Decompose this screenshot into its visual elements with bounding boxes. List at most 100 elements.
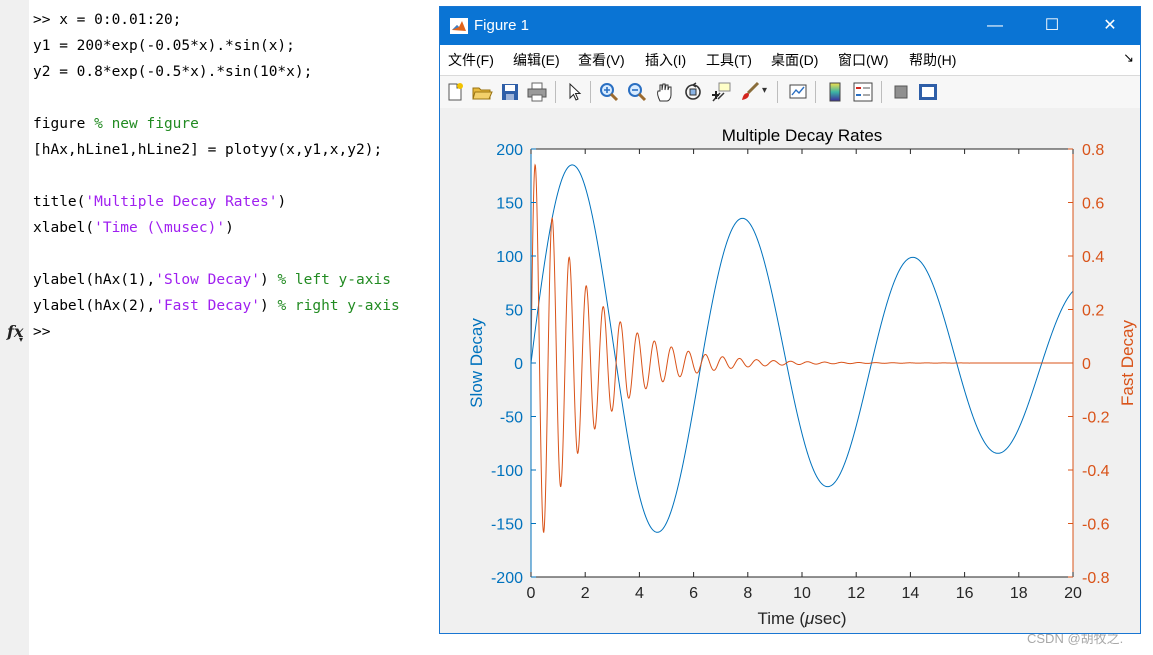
plotyy-chart[interactable]: 0 2 4 6 8 10 12 14 16 18 20 -200 -150 -100 -50 0 50 100 15… bbox=[440, 108, 1140, 633]
code-text: >> x = 0:0.01:20; bbox=[33, 12, 182, 28]
menu-insert[interactable]: 插入(I) bbox=[645, 50, 686, 70]
x-tick-label: 2 bbox=[581, 585, 590, 602]
right-y-tick-label: 0.8 bbox=[1082, 142, 1104, 159]
menu-view[interactable]: 查看(V) bbox=[578, 50, 625, 70]
code-text: title( bbox=[33, 194, 86, 210]
left-y-tick-label: 100 bbox=[496, 249, 523, 266]
left-y-tick-label: 200 bbox=[496, 142, 523, 159]
brush-icon[interactable] bbox=[739, 81, 761, 103]
save-icon[interactable] bbox=[499, 81, 521, 103]
menu-window[interactable]: 窗口(W) bbox=[838, 50, 889, 70]
x-tick-label: 16 bbox=[956, 585, 974, 602]
plot-area[interactable]: 0 2 4 6 8 10 12 14 16 18 20 -200 -150 -100 -50 0 50 100 15… bbox=[440, 108, 1140, 633]
x-axis-label-part: sec) bbox=[814, 609, 846, 628]
code-text: ylabel(hAx(1), bbox=[33, 272, 156, 288]
code-text: ) bbox=[225, 220, 234, 236]
right-y-tick-label: 0.6 bbox=[1082, 196, 1104, 213]
menu-tools[interactable]: 工具(T) bbox=[706, 50, 752, 70]
left-y-tick-label: -150 bbox=[491, 517, 523, 534]
matlab-logo-icon bbox=[450, 18, 468, 34]
figure-window[interactable]: Figure 1 — ☐ ✕ 文件(F) 编辑(E) 查看(V) 插入(I) 工… bbox=[439, 6, 1141, 634]
right-y-axis-label: Fast Decay bbox=[1118, 320, 1137, 406]
hide-plot-tools-icon[interactable] bbox=[890, 81, 912, 103]
left-y-tick-label: 50 bbox=[505, 303, 523, 320]
maximize-button[interactable]: ☐ bbox=[1023, 7, 1081, 45]
command-line: figure % new figure bbox=[33, 112, 199, 136]
command-line: y1 = 200*exp(-0.05*x).*sin(x); bbox=[33, 34, 295, 58]
data-cursor-icon[interactable] bbox=[710, 81, 732, 103]
code-text: y2 = 0.8*exp(-0.5*x).*sin(10*x); bbox=[33, 64, 313, 80]
command-window-gutter: fx ▾ bbox=[0, 0, 29, 655]
show-plot-tools-icon[interactable] bbox=[917, 81, 939, 103]
code-string: 'Slow Decay' bbox=[155, 272, 260, 288]
toolbar-separator bbox=[881, 81, 882, 103]
print-icon[interactable] bbox=[526, 81, 548, 103]
x-tick-label: 12 bbox=[847, 585, 865, 602]
command-line: y2 = 0.8*exp(-0.5*x).*sin(10*x); bbox=[33, 60, 312, 84]
x-axis-label: Time (μsec) bbox=[758, 609, 847, 628]
toolbar-separator bbox=[590, 81, 591, 103]
command-line: ylabel(hAx(1),'Slow Decay') % left y-axi… bbox=[33, 268, 391, 292]
pan-hand-icon[interactable] bbox=[654, 81, 676, 103]
menu-file[interactable]: 文件(F) bbox=[448, 50, 494, 70]
menu-edit[interactable]: 编辑(E) bbox=[513, 50, 560, 70]
figure-toolbar: ▾ bbox=[440, 75, 1140, 109]
menu-desktop[interactable]: 桌面(D) bbox=[771, 50, 818, 70]
code-text: ylabel(hAx(2), bbox=[33, 298, 156, 314]
command-line: ylabel(hAx(2),'Fast Decay') % right y-ax… bbox=[33, 294, 400, 318]
link-plot-icon[interactable] bbox=[787, 81, 809, 103]
code-comment: % left y-axis bbox=[277, 272, 391, 288]
figure-menubar: 文件(F) 编辑(E) 查看(V) 插入(I) 工具(T) 桌面(D) 窗口(W… bbox=[440, 45, 1140, 75]
code-string: 'Multiple Decay Rates' bbox=[85, 194, 278, 210]
figure-title: Figure 1 bbox=[474, 17, 530, 34]
code-text: [hAx,hLine1,hLine2] = plotyy(x,y1,x,y2); bbox=[33, 142, 383, 158]
left-y-tick-label: -50 bbox=[500, 410, 523, 427]
code-string: 'Fast Decay' bbox=[155, 298, 260, 314]
code-string: 'Time (\musec)' bbox=[94, 220, 226, 236]
x-axis-label-part: Time ( bbox=[758, 609, 806, 628]
function-browser-icon[interactable]: fx ▾ bbox=[7, 322, 23, 344]
zoom-out-icon[interactable] bbox=[626, 81, 648, 103]
minimize-button[interactable]: — bbox=[966, 7, 1024, 45]
new-figure-icon[interactable] bbox=[444, 81, 466, 103]
pointer-icon[interactable] bbox=[564, 81, 586, 103]
right-y-tick-label: -0.4 bbox=[1082, 463, 1110, 480]
rotate-3d-icon[interactable] bbox=[682, 81, 704, 103]
x-tick-label: 0 bbox=[527, 585, 536, 602]
command-line: >> x = 0:0.01:20; bbox=[33, 8, 181, 32]
right-y-tick-label: -0.2 bbox=[1082, 410, 1110, 427]
code-comment: % new figure bbox=[94, 116, 199, 132]
x-tick-label: 4 bbox=[635, 585, 644, 602]
zoom-in-icon[interactable] bbox=[598, 81, 620, 103]
x-tick-label: 6 bbox=[689, 585, 698, 602]
left-y-tick-label: -200 bbox=[491, 570, 523, 587]
command-line: [hAx,hLine1,hLine2] = plotyy(x,y1,x,y2); bbox=[33, 138, 382, 162]
code-text: ) bbox=[277, 194, 287, 210]
right-y-tick-label: -0.6 bbox=[1082, 517, 1110, 534]
colorbar-icon[interactable] bbox=[824, 81, 846, 103]
command-line: >> bbox=[33, 320, 50, 344]
x-tick-label: 8 bbox=[743, 585, 752, 602]
code-text: ) bbox=[259, 298, 278, 314]
left-y-tick-label: -100 bbox=[491, 463, 523, 480]
left-y-axis-label: Slow Decay bbox=[467, 318, 486, 408]
right-y-tick-label: -0.8 bbox=[1082, 570, 1110, 587]
code-comment: % right y-axis bbox=[277, 298, 400, 314]
menu-dock-arrow-icon[interactable]: ↘ bbox=[1123, 50, 1134, 66]
toolbar-separator bbox=[777, 81, 778, 103]
left-y-tick-label: 0 bbox=[514, 356, 523, 373]
open-file-icon[interactable] bbox=[471, 81, 493, 103]
command-line: xlabel('Time (\musec)') bbox=[33, 216, 234, 240]
x-tick-label: 20 bbox=[1064, 585, 1082, 602]
close-button[interactable]: ✕ bbox=[1081, 7, 1139, 45]
x-tick-label: 10 bbox=[793, 585, 811, 602]
chart-title: Multiple Decay Rates bbox=[722, 126, 883, 145]
code-text: figure bbox=[33, 116, 95, 132]
legend-icon[interactable] bbox=[852, 81, 874, 103]
brush-dropdown-icon[interactable]: ▾ bbox=[762, 85, 772, 107]
code-text: y1 = 200*exp(-0.05*x).*sin(x); bbox=[33, 38, 295, 54]
figure-titlebar[interactable]: Figure 1 — ☐ ✕ bbox=[440, 7, 1140, 45]
x-tick-label: 18 bbox=[1010, 585, 1028, 602]
menu-help[interactable]: 帮助(H) bbox=[909, 50, 956, 70]
command-line: title('Multiple Decay Rates') bbox=[33, 190, 286, 214]
